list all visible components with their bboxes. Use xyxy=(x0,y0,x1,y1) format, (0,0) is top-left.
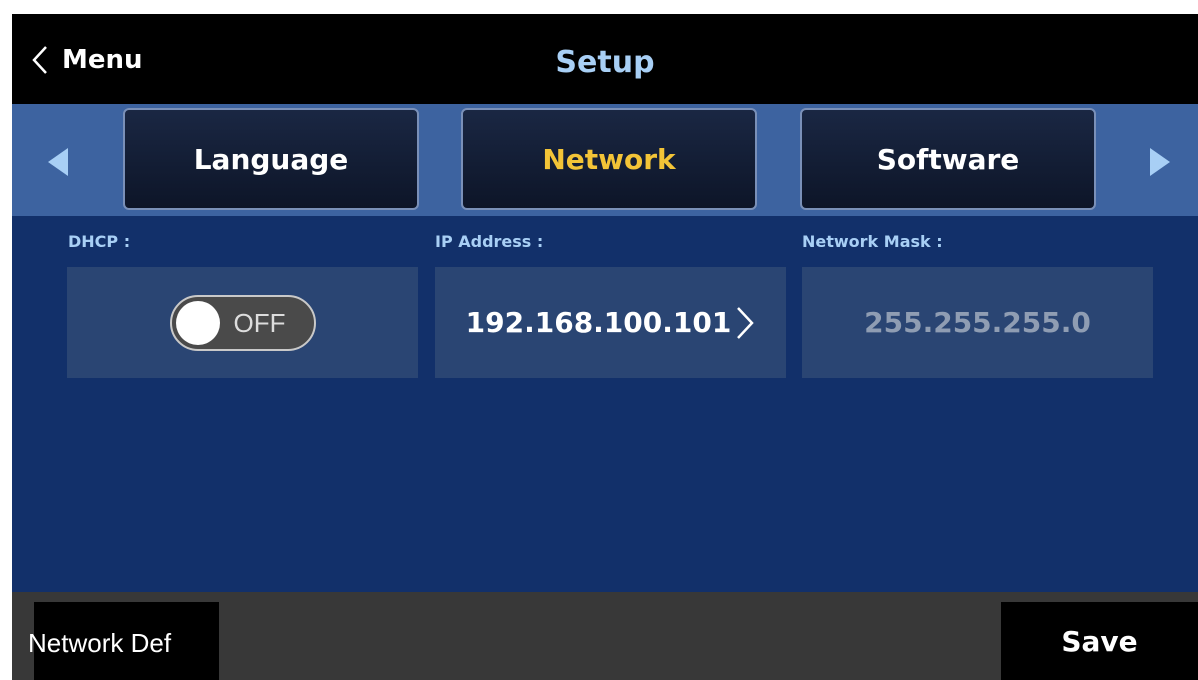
dhcp-field: OFF xyxy=(67,267,418,378)
network-mask-value: 255.255.255.0 xyxy=(864,306,1091,339)
triangle-left-icon[interactable] xyxy=(40,142,80,182)
network-mask-field: 255.255.255.0 xyxy=(802,267,1153,378)
toggle-knob xyxy=(175,300,220,345)
tab-software[interactable]: Software xyxy=(800,108,1096,210)
triangle-right-icon[interactable] xyxy=(1140,142,1180,182)
ip-address-field[interactable]: 192.168.100.101 xyxy=(435,267,786,378)
ip-address-value: 192.168.100.101 xyxy=(465,306,732,339)
tab-language[interactable]: Language xyxy=(123,108,419,210)
tab-network[interactable]: Network xyxy=(461,108,757,210)
page-title: Setup xyxy=(555,44,655,80)
ip-address-value-wrap[interactable]: 192.168.100.101 xyxy=(466,305,756,341)
ip-address-label: IP Address : xyxy=(435,232,544,251)
network-default-label: Network Def xyxy=(28,628,172,658)
tab-strip: Language Network Software xyxy=(12,104,1198,216)
dhcp-toggle-state: OFF xyxy=(233,307,286,338)
setup-screen: Menu Setup Language Network Software DHC… xyxy=(12,14,1198,680)
chevron-right-icon xyxy=(737,306,755,339)
save-button[interactable]: Save xyxy=(1001,602,1198,680)
network-mask-label: Network Mask : xyxy=(802,232,943,251)
dhcp-label: DHCP : xyxy=(68,232,131,251)
dhcp-toggle[interactable]: OFF xyxy=(169,294,316,351)
title-bar: Menu Setup xyxy=(12,14,1198,104)
bottom-bar: Save xyxy=(12,592,1198,680)
